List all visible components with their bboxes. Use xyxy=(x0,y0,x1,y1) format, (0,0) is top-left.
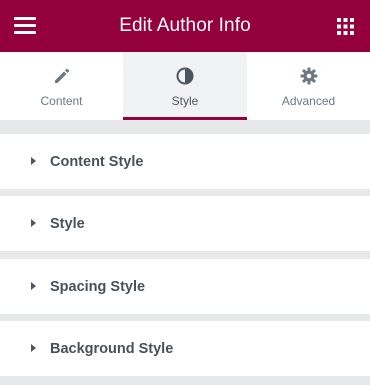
hamburger-menu-icon[interactable] xyxy=(14,17,36,35)
grid-apps-icon[interactable] xyxy=(337,18,354,35)
tab-style-label: Style xyxy=(171,94,199,108)
section-style[interactable]: Style xyxy=(0,196,370,251)
section-label: Background Style xyxy=(50,340,174,357)
caret-right-icon xyxy=(31,157,36,165)
caret-right-icon xyxy=(31,282,36,290)
tab-style[interactable]: Style xyxy=(123,52,247,120)
tab-content-label: Content xyxy=(40,94,83,108)
section-label: Style xyxy=(50,215,85,232)
section-content-style[interactable]: Content Style xyxy=(0,134,370,189)
caret-right-icon xyxy=(31,219,36,227)
pencil-icon xyxy=(54,68,69,83)
tab-advanced[interactable]: Advanced xyxy=(247,52,370,120)
section-background-style[interactable]: Background Style xyxy=(0,321,370,376)
caret-right-icon xyxy=(31,344,36,352)
panel-title: Edit Author Info xyxy=(119,15,251,36)
section-label: Spacing Style xyxy=(50,278,146,295)
tab-content[interactable]: Content xyxy=(0,52,123,120)
section-spacing-style[interactable]: Spacing Style xyxy=(0,259,370,314)
section-label: Content Style xyxy=(50,153,144,170)
gear-icon xyxy=(300,67,317,85)
panel-header: Edit Author Info xyxy=(0,0,370,52)
tab-advanced-label: Advanced xyxy=(281,94,336,108)
panel-tabs: Content Style Advanced xyxy=(0,52,370,120)
contrast-half-circle-icon xyxy=(176,67,194,85)
